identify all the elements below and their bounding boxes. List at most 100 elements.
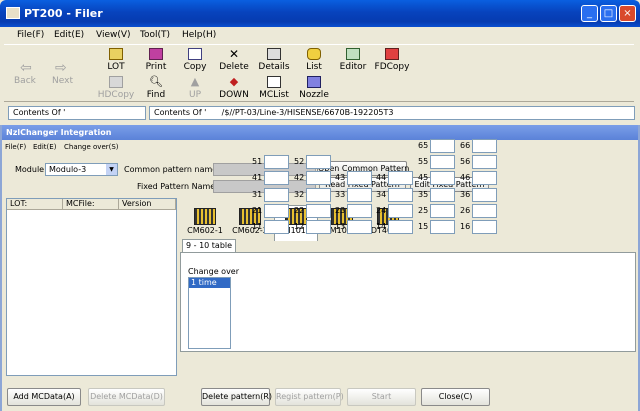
cell-input[interactable] [430, 188, 455, 202]
cell-input[interactable] [388, 171, 413, 185]
cell-input[interactable] [472, 220, 497, 234]
cell-input[interactable] [264, 171, 289, 185]
delete-icon: ✕ [228, 47, 240, 61]
add-mcdata-button[interactable]: Add MCData(A) [7, 388, 81, 406]
cell-input[interactable] [347, 188, 372, 202]
minimize-button[interactable]: _ [581, 5, 598, 22]
next-button[interactable]: Next [52, 76, 73, 86]
menu-view[interactable]: View(V) [96, 30, 131, 40]
cell-label: 32 [294, 190, 305, 199]
cell-input[interactable] [306, 220, 331, 234]
close-dialog-button[interactable]: Close(C) [421, 388, 490, 406]
col-lot[interactable]: LOT: [7, 199, 63, 210]
back-arrow-icon: ⇦ [20, 60, 32, 76]
module-select[interactable]: Modulo-3 ▼ [45, 163, 118, 176]
cell-input[interactable] [472, 139, 497, 153]
delete-mcdata-button[interactable]: Delete MCData(D) [88, 388, 165, 406]
cell-input[interactable] [264, 155, 289, 169]
cell-input[interactable] [430, 171, 455, 185]
change-over-list[interactable]: 1 time [188, 277, 231, 349]
cell-input[interactable] [472, 155, 497, 169]
lot-button[interactable]: LOT [94, 48, 138, 72]
next-arrow-icon: ⇨ [55, 60, 67, 76]
change-over-label: Change over [188, 267, 240, 276]
cell-label: 26 [460, 206, 471, 215]
mclist-button[interactable]: MCList [252, 76, 296, 100]
child-menu-changeover[interactable]: Change over(S) [64, 143, 119, 151]
tab-cm602-1[interactable]: CM602-1 [183, 206, 227, 240]
child-title[interactable]: NzlChanger Integration [2, 125, 638, 140]
cell-label: 51 [252, 157, 263, 166]
nozzle-button[interactable]: Nozzle [292, 76, 336, 100]
title-bar[interactable]: PT200 - Filer _ □ × [0, 0, 640, 27]
cell-input[interactable] [306, 204, 331, 218]
cell-input[interactable] [306, 155, 331, 169]
cell-input[interactable] [264, 188, 289, 202]
cell-input[interactable] [472, 188, 497, 202]
cell-input[interactable] [306, 188, 331, 202]
cell-input[interactable] [347, 171, 372, 185]
copy-button[interactable]: Copy [173, 48, 217, 72]
maximize-button[interactable]: □ [600, 5, 617, 22]
details-button[interactable]: Details [252, 48, 296, 72]
cell-input[interactable] [347, 220, 372, 234]
find-icon: 🔍︎ [149, 75, 163, 88]
cell-input[interactable] [388, 188, 413, 202]
find-button[interactable]: 🔍︎ Find [134, 75, 178, 101]
menu-file[interactable]: File(F) [17, 30, 44, 40]
menu-tool[interactable]: Tool(T) [140, 30, 170, 40]
menu-edit[interactable]: Edit(E) [54, 30, 84, 40]
up-icon: ▲ [190, 75, 200, 88]
nzlchanger-window: NzlChanger Integration File(F) Edit(E) C… [0, 125, 640, 411]
cell-label: 52 [294, 157, 305, 166]
cell-input[interactable] [347, 204, 372, 218]
cell-input[interactable] [472, 171, 497, 185]
print-button[interactable]: Print [134, 48, 178, 72]
cell-input[interactable] [306, 171, 331, 185]
cell-label: 66 [460, 141, 471, 150]
change-over-item[interactable]: 1 time [189, 278, 230, 288]
hdcopy-button[interactable]: HDCopy [94, 76, 138, 100]
back-button[interactable]: Back [14, 76, 36, 86]
cell-label: 33 [335, 190, 346, 199]
cell-input[interactable] [388, 204, 413, 218]
module-label: Module [15, 165, 45, 174]
cell-input[interactable] [430, 220, 455, 234]
contents-left: Contents Of ' [8, 106, 146, 120]
down-button[interactable]: ◆ DOWN [212, 76, 256, 101]
menu-help[interactable]: Help(H) [182, 30, 216, 40]
cell-input[interactable] [430, 204, 455, 218]
cell-input[interactable] [430, 155, 455, 169]
cell-label: 43 [335, 173, 346, 182]
delete-button[interactable]: ✕ Delete [212, 48, 256, 72]
regist-pattern-button[interactable]: Regist pattern(P) [275, 388, 344, 406]
cell-input[interactable] [430, 139, 455, 153]
list-button[interactable]: List [292, 48, 336, 72]
copy-icon [188, 48, 202, 60]
start-button[interactable]: Start [347, 388, 416, 406]
delete-pattern-button[interactable]: Delete pattern(R) [201, 388, 272, 406]
col-mcfile[interactable]: MCFile: [63, 199, 119, 210]
tab-table[interactable]: 9 - 10 table [182, 239, 237, 252]
child-menu-file[interactable]: File(F) [5, 143, 26, 151]
lot-icon [109, 48, 123, 60]
hdcopy-icon [109, 76, 123, 88]
cell-input[interactable] [264, 220, 289, 234]
close-button[interactable]: × [619, 5, 636, 22]
cell-label: 13 [335, 222, 346, 231]
cell-input[interactable] [264, 204, 289, 218]
col-version[interactable]: Version [119, 199, 176, 210]
cell-label: 11 [252, 222, 263, 231]
child-menu-edit[interactable]: Edit(E) [33, 143, 56, 151]
cell-label: 56 [460, 157, 471, 166]
fdcopy-button[interactable]: FDCopy [370, 48, 414, 72]
up-button[interactable]: ▲ UP [173, 75, 217, 101]
cell-label: 44 [376, 173, 387, 182]
cell-input[interactable] [388, 220, 413, 234]
mc-list[interactable]: LOT: MCFile: Version [6, 198, 177, 376]
editor-button[interactable]: Editor [331, 48, 375, 72]
cell-input[interactable] [472, 204, 497, 218]
editor-icon [346, 48, 360, 60]
fixed-pattern-label: Fixed Pattern Name: [137, 182, 218, 191]
details-icon [267, 48, 281, 60]
